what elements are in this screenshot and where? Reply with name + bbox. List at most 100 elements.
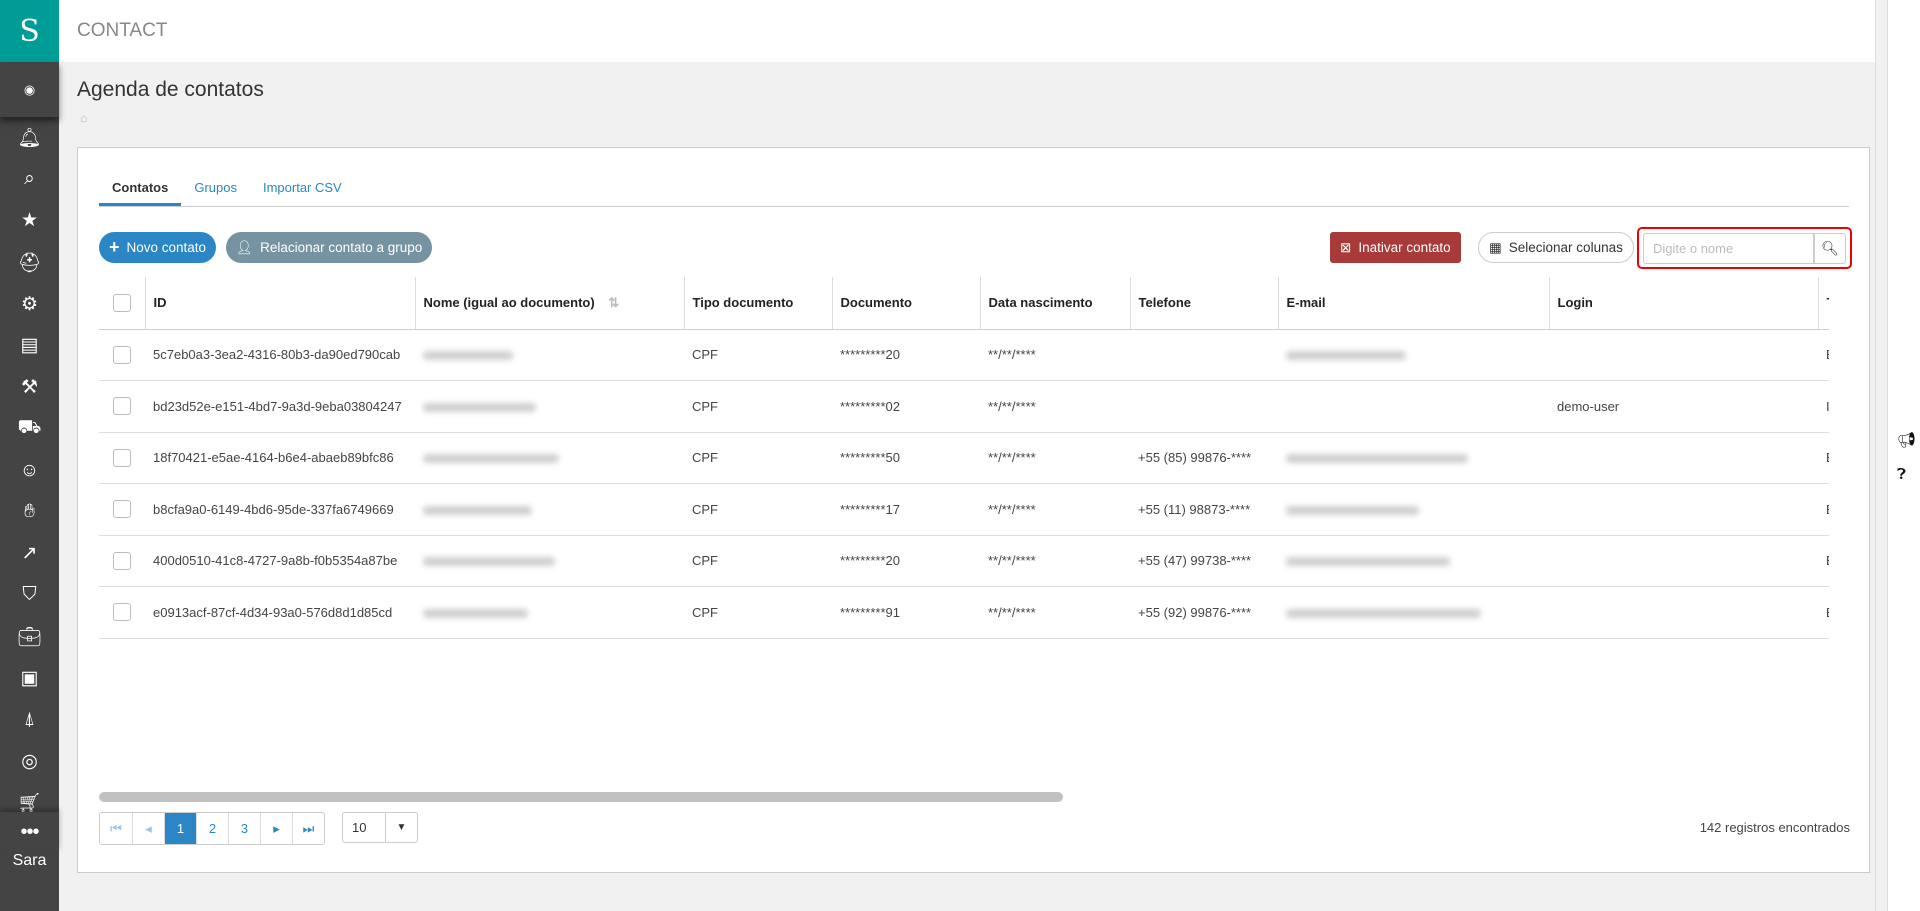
table-row[interactable]: 18f70421-e5ae-4164-b6e4-abaeb89bfc86 CPF *… (99, 432, 1829, 484)
col-login[interactable]: Login (1548, 277, 1818, 330)
sort-icon[interactable]: ⇅ (608, 295, 619, 310)
search-button[interactable]: 🔍︎ (1814, 233, 1846, 264)
col-data-nascimento[interactable]: Data nascimento (979, 277, 1130, 330)
table-row[interactable]: 5c7eb0a3-3ea2-4316-80b3-da90ed790cab CPF *… (99, 329, 1829, 381)
cell-tipo-documento: CPF (684, 586, 832, 639)
team-icon[interactable]: ☺ (0, 450, 59, 492)
col-tipo-documento[interactable]: Tipo documento (683, 277, 832, 330)
tools-icon[interactable]: ⚒ (0, 367, 59, 409)
helmet-icon[interactable]: ⛑︎ (0, 242, 59, 284)
cell-id: 18f70421-e5ae-4164-b6e4-abaeb89bfc86 (145, 432, 415, 484)
sara-brand-logo: Sara (12, 852, 47, 869)
col-documento[interactable]: Documento (831, 277, 980, 330)
row-checkbox[interactable] (99, 483, 145, 536)
cell-documento: *********91 (832, 586, 980, 639)
megaphone-icon[interactable]: 📢︎ (1897, 431, 1916, 449)
search-icon: 🔍︎ (1821, 240, 1839, 256)
cell-tipo-documento: CPF (684, 380, 832, 433)
cell-documento: *********50 (832, 432, 980, 484)
cell-email (1278, 483, 1549, 536)
app-logo[interactable]: S (0, 0, 59, 62)
page-3-button[interactable]: 3 (228, 813, 260, 844)
inactivate-contact-button[interactable]: ⊠ Inativar contato (1330, 232, 1461, 263)
next-page-button[interactable]: ▸ (260, 813, 292, 844)
trend-icon[interactable]: ↗ (0, 533, 59, 575)
cell-documento: *********02 (832, 380, 980, 433)
table-row[interactable]: e0913acf-87cf-4d34-93a0-576d8d1d85cd CPF *… (99, 586, 1829, 639)
tab-contatos[interactable]: Contatos (99, 168, 182, 206)
redacted-name (423, 402, 536, 412)
cell-data-nascimento: **/**/**** (980, 483, 1130, 536)
cell-telefone: +55 (92) 99876-**** (1130, 586, 1278, 639)
cell-nome (415, 483, 684, 536)
shield-icon[interactable]: ⛉ (0, 575, 59, 617)
tab-grupos[interactable]: Grupos (181, 168, 250, 206)
table-icon: ▦ (1489, 239, 1502, 255)
row-checkbox[interactable] (99, 432, 145, 484)
col-nome[interactable]: Nome (igual ao documento) ⇅ (414, 277, 684, 330)
pagination: ⏮ ◂ 1 2 3 ▸ ⏭ (99, 812, 325, 845)
cell-nome (415, 380, 684, 433)
page-2-button[interactable]: 2 (196, 813, 228, 844)
forklift-icon[interactable]: ⚙ (0, 283, 59, 325)
select-all-checkbox[interactable] (99, 277, 145, 330)
row-checkbox[interactable] (99, 380, 145, 433)
first-page-button[interactable]: ⏮ (100, 813, 132, 844)
col-tipo[interactable]: Tipo (1817, 277, 1829, 330)
row-checkbox[interactable] (99, 329, 145, 381)
table-row[interactable]: bd23d52e-e151-4bd7-9a3d-9eba03804247 CPF *… (99, 380, 1829, 433)
table-row[interactable]: 400d0510-41c8-4727-9a8b-f0b5354a87be CPF *… (99, 535, 1829, 587)
tab-importar-csv[interactable]: Importar CSV (250, 168, 355, 206)
search-icon[interactable]: ⌕ (0, 159, 59, 201)
truck-icon[interactable]: ⛟ (0, 408, 59, 450)
table-row[interactable]: b8cfa9a0-6149-4bd6-95de-337fa6749669 CPF *… (99, 483, 1829, 536)
cell-data-nascimento: **/**/**** (980, 329, 1130, 381)
scrollbar-thumb[interactable] (99, 792, 1063, 802)
archive-icon[interactable]: ▤ (0, 325, 59, 367)
breadcrumb-home-icon[interactable]: ⌂ (80, 111, 87, 125)
handshake-icon[interactable]: ✋︎ (0, 491, 59, 533)
chevron-down-icon[interactable]: ▼ (386, 813, 417, 842)
new-contact-button[interactable]: + Novo contato (99, 232, 217, 263)
briefcase-icon[interactable]: 💼︎ (0, 616, 59, 658)
app-header: CONTACT (59, 0, 1887, 62)
user-profile-icon[interactable]: ◉ (0, 62, 59, 117)
user-plus-icon: 👤︎ (236, 239, 254, 255)
relate-group-button[interactable]: 👤︎ Relacionar contato a grupo (226, 232, 433, 263)
contacts-card: Contatos Grupos Importar CSV + Novo conta… (77, 147, 1870, 873)
cell-telefone (1130, 329, 1278, 381)
forklift2-icon[interactable]: ⍋ (0, 699, 59, 741)
cell-tipo-documento: CPF (684, 535, 832, 587)
table-row[interactable]: ad974ff3-c43b-4172-b526-59eb92b1a79cCPF*… (99, 638, 1829, 651)
last-page-button[interactable]: ⏭ (292, 813, 324, 844)
cell-tipo-documento: CPF (684, 483, 832, 536)
cell-email (1278, 535, 1549, 587)
help-icon[interactable]: ❓︎ (1897, 466, 1906, 483)
more-menu-button[interactable]: ••• (0, 812, 59, 852)
bell-icon[interactable]: 🔔︎ (0, 117, 59, 159)
redacted-email (1286, 608, 1481, 618)
redacted-name (423, 557, 555, 567)
prev-page-button[interactable]: ◂ (132, 813, 164, 844)
horizontal-scrollbar[interactable] (99, 792, 1829, 802)
col-id[interactable]: ID (144, 277, 415, 330)
star-icon[interactable]: ★ (0, 200, 59, 242)
row-checkbox[interactable] (99, 586, 145, 639)
page-size-select[interactable]: 10 ▼ (342, 812, 418, 843)
cell-email (1278, 586, 1549, 639)
select-columns-button[interactable]: ▦ Selecionar colunas (1478, 232, 1634, 263)
row-checkbox[interactable] (99, 638, 145, 651)
plus-icon: + (109, 237, 120, 257)
col-email[interactable]: E-mail (1277, 277, 1549, 330)
sidebar: S ◉ 🔔︎ ⌕ ★ ⛑︎ ⚙ ▤ ⚒ ⛟ ☺ ✋︎ ↗ ⛉ 💼︎ ▣ ⍋ ◎ 🛒︎ ••• Sara (0, 0, 59, 911)
search-input[interactable] (1643, 233, 1814, 264)
col-telefone[interactable]: Telefone (1129, 277, 1278, 330)
row-checkbox[interactable] (99, 535, 145, 587)
cell-email (1278, 432, 1549, 484)
target-icon[interactable]: ◎ (0, 741, 59, 783)
cell-id: 400d0510-41c8-4727-9a8b-f0b5354a87be (145, 535, 415, 587)
page-scrollbar[interactable] (1875, 0, 1887, 911)
page-1-button[interactable]: 1 (164, 813, 196, 844)
cell-tipo-documento: CPF (684, 432, 832, 484)
backpack-icon[interactable]: ▣ (0, 658, 59, 700)
